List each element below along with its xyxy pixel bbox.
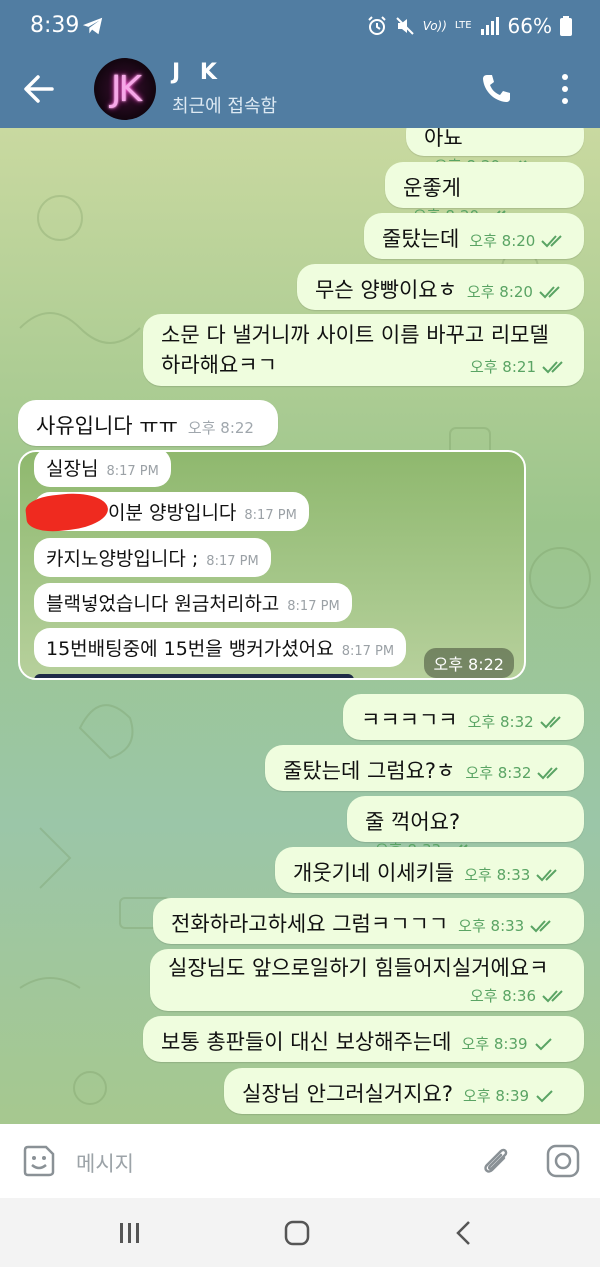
message-text: 사유입니다 ㅠㅠ <box>36 414 178 438</box>
message-bubble-outgoing[interactable]: 줄탔는데 그럼요?ㅎ 오후 8:32 <box>265 745 584 791</box>
single-check-icon <box>536 1090 553 1103</box>
message-text: 줄탔는데 <box>382 227 460 251</box>
status-bar: 8:39 Vo)) LTE 66% <box>0 0 600 52</box>
contact-name[interactable]: J K <box>172 60 223 85</box>
system-navigation-bar <box>0 1198 600 1267</box>
status-time: 8:39 <box>30 13 80 38</box>
chat-header: 8:39 Vo)) LTE 66% JK J K 최근에 접속함 <box>0 0 600 128</box>
image-message[interactable]: 실장님 8:17 PM 이분 양방입니다 8:17 PM 카지노양방입니다 ; 8:1… <box>18 450 526 680</box>
double-check-icon <box>536 869 558 882</box>
message-bubble-outgoing[interactable]: 운좋게오후 8:20 <box>385 162 584 225</box>
message-text: 개웃기네 이세키들 <box>293 861 455 885</box>
alarm-icon <box>367 16 386 35</box>
emoji-sticker-icon[interactable] <box>22 1144 56 1178</box>
volte-indicator: Vo)) <box>422 19 447 33</box>
mute-icon <box>395 17 414 35</box>
message-text-line: 소문 다 낼거니까 사이트 이름 바꾸고 리모델 <box>161 323 549 347</box>
signal-icon <box>480 17 499 35</box>
message-time: 오후 8:33 <box>458 915 556 936</box>
double-check-icon <box>539 716 561 729</box>
message-time: 오후 8:20 <box>467 281 565 302</box>
chat-toolbar: JK J K 최근에 접속함 <box>0 52 600 128</box>
message-bubble-outgoing[interactable]: 소문 다 낼거니까 사이트 이름 바꾸고 리모델 하라해요ㅋㄱ 오후 8:21 <box>143 314 584 386</box>
image-message-time: 오후 8:22 <box>423 648 514 678</box>
double-check-icon <box>530 920 551 933</box>
message-time: 오후 8:32 <box>465 762 563 783</box>
double-check-icon <box>539 286 560 299</box>
message-text: 운좋게 <box>403 176 461 200</box>
double-check-icon <box>541 235 563 248</box>
message-text: 줄탔는데 그럼요?ㅎ <box>283 759 456 783</box>
message-text: 전화하라고하세요 그럼ㅋㄱㄱㄱ <box>171 912 449 936</box>
message-bubble-outgoing[interactable]: 줄 꺽어요?오후 8:33 <box>347 796 584 859</box>
message-time: 오후 8:36 <box>470 983 568 1009</box>
screenshot-chat-bubble: 블랙넣었습니다 원금처리하고 8:17 PM <box>34 583 352 622</box>
screenshot-edge <box>34 674 354 678</box>
message-time: 오후 8:21 <box>470 352 568 382</box>
message-time: 오후 8:20 <box>469 230 567 251</box>
status-icons: Vo)) LTE 66% <box>367 14 572 38</box>
message-text: 실장님 안그러실거지요? <box>242 1082 454 1106</box>
message-bubble-outgoing[interactable]: 줄탔는데 오후 8:20 <box>364 213 584 259</box>
message-text: 보통 총판들이 대신 보상해주는데 <box>161 1030 452 1054</box>
screenshot-chat-bubble: 실장님 8:17 PM <box>34 452 171 487</box>
more-options-icon[interactable] <box>558 72 572 106</box>
back-arrow-icon[interactable] <box>22 72 56 106</box>
attach-paperclip-icon[interactable] <box>478 1142 512 1180</box>
message-time: 오후 8:32 <box>468 711 566 732</box>
home-icon[interactable] <box>284 1220 310 1246</box>
double-check-icon <box>542 361 563 374</box>
screenshot-chat-bubble: 15번배팅중에 15번을 뱅커가셨어요 8:17 PM <box>34 628 407 667</box>
single-check-icon <box>534 1038 552 1051</box>
message-text: ㅋㅋㅋㄱㅋ <box>361 708 458 732</box>
recent-apps-icon[interactable] <box>118 1222 142 1244</box>
message-time: 오후 8:39 <box>462 1033 554 1054</box>
message-bubble-outgoing[interactable]: 실장님도 앞으로일하기 힘들어지실거에요ㅋ 오후 8:36 <box>150 949 584 1011</box>
message-bubble-outgoing[interactable]: ㅋㅋㅋㄱㅋ 오후 8:32 <box>343 694 584 740</box>
message-input-field[interactable]: 메시지 <box>76 1148 134 1178</box>
message-text-line: 하라해요ㅋㄱ <box>161 353 277 377</box>
battery-percent: 66% <box>507 14 552 38</box>
telegram-notification-icon <box>82 17 103 35</box>
message-text: 무슨 양빵이요ㅎ <box>315 278 457 302</box>
message-bubble-outgoing[interactable]: 보통 총판들이 대신 보상해주는데 오후 8:39 <box>143 1016 584 1062</box>
phone-call-icon[interactable] <box>480 72 512 104</box>
message-bubble-outgoing[interactable]: 전화하라고하세요 그럼ㅋㄱㄱㄱ 오후 8:33 <box>153 898 584 944</box>
battery-icon <box>560 16 572 36</box>
message-text: 실장님도 앞으로일하기 힘들어지실거에요ㅋ <box>168 956 549 980</box>
message-list[interactable]: 아뇨오후 8:20 운좋게오후 8:20 줄탔는데오후 8:20 무슨 양빵이요… <box>0 128 600 1124</box>
message-bubble-outgoing[interactable]: 실장님 안그러실거지요? 오후 8:39 <box>224 1068 584 1114</box>
message-bubble-incoming[interactable]: 사유입니다 ㅠㅠ 오후 8:22 <box>18 400 278 446</box>
camera-icon[interactable] <box>546 1144 580 1178</box>
message-time: 오후 8:33 <box>464 864 562 885</box>
double-check-icon <box>542 990 563 1003</box>
contact-avatar[interactable]: JK <box>94 58 156 120</box>
message-text: 줄 꺽어요? <box>365 810 461 834</box>
message-bubble-outgoing[interactable]: 무슨 양빵이요ㅎ 오후 8:20 <box>297 264 584 310</box>
message-bubble-outgoing[interactable]: 개웃기네 이세키들 오후 8:33 <box>275 847 584 893</box>
system-back-icon[interactable] <box>454 1220 474 1246</box>
screenshot-chat-bubble: 카지노양방입니다 ; 8:17 PM <box>34 538 271 577</box>
message-time: 오후 8:39 <box>463 1085 555 1106</box>
message-bubble-outgoing[interactable]: 아뇨오후 8:20 <box>406 128 584 175</box>
lte-indicator: LTE <box>454 20 472 31</box>
last-seen-status: 최근에 접속함 <box>172 96 278 117</box>
message-input-bar: 메시지 <box>0 1124 600 1198</box>
message-time: 오후 8:22 <box>187 419 254 437</box>
message-text: 아뇨 <box>424 128 463 150</box>
double-check-icon <box>537 767 559 780</box>
